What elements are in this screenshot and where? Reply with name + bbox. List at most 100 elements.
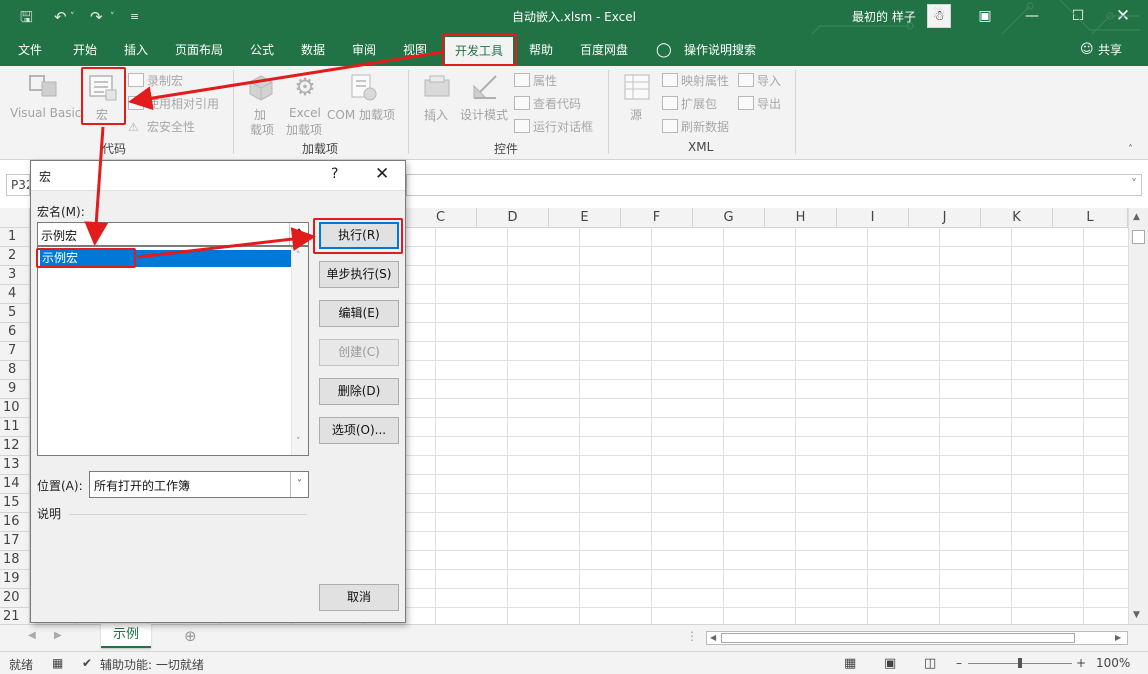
create-button[interactable]: 创建(C) bbox=[319, 339, 399, 366]
vertical-scroll-thumb[interactable] bbox=[1132, 230, 1145, 244]
com-addins-button[interactable]: COM 加载项 bbox=[327, 106, 395, 123]
ribbon-display-options-icon[interactable]: ▣ bbox=[970, 6, 1000, 26]
row-header[interactable]: 18 bbox=[0, 551, 30, 570]
row-header[interactable]: 6 bbox=[0, 323, 30, 342]
share-button[interactable]: 共享 bbox=[1098, 41, 1122, 59]
design-mode-button[interactable]: 设计模式 bbox=[460, 106, 508, 123]
vertical-scrollbar[interactable]: ▲ ▼ bbox=[1128, 208, 1148, 624]
excel-addins-label-line2[interactable]: 加载项 bbox=[286, 121, 322, 138]
row-header[interactable]: 16 bbox=[0, 513, 30, 532]
row-header[interactable]: 21 bbox=[0, 608, 30, 624]
sheet-split-handle-icon[interactable]: ⋮ bbox=[686, 629, 698, 643]
tab-review[interactable]: 审阅 bbox=[352, 41, 376, 59]
column-header[interactable]: C bbox=[405, 208, 477, 228]
row-header[interactable]: 1 bbox=[0, 228, 30, 247]
page-break-preview-icon[interactable]: ◫ bbox=[924, 656, 936, 671]
row-header[interactable]: 3 bbox=[0, 266, 30, 285]
macro-list[interactable]: 示例宏 ˄ ˅ bbox=[37, 246, 309, 456]
use-relative-references-button[interactable]: 使用相对引用 bbox=[128, 95, 219, 112]
horizontal-scrollbar[interactable]: ◀ ▶ bbox=[706, 631, 1128, 645]
zoom-slider-knob[interactable] bbox=[1018, 658, 1022, 668]
scroll-up-icon[interactable]: ▲ bbox=[1133, 212, 1140, 222]
step-into-button[interactable]: 单步执行(S) bbox=[319, 261, 399, 288]
column-header[interactable]: K bbox=[981, 208, 1053, 228]
delete-button[interactable]: 删除(D) bbox=[319, 378, 399, 405]
scroll-down-icon[interactable]: ▼ bbox=[1133, 610, 1140, 620]
column-header[interactable]: I bbox=[837, 208, 909, 228]
tab-page-layout[interactable]: 页面布局 bbox=[175, 41, 223, 59]
horizontal-scroll-thumb[interactable] bbox=[721, 633, 1075, 643]
com-addins-icon[interactable] bbox=[348, 72, 378, 102]
visual-basic-icon[interactable] bbox=[26, 72, 62, 102]
map-properties-button[interactable]: 映射属性 bbox=[662, 72, 729, 89]
expand-formula-bar-icon[interactable]: ˅ bbox=[1131, 177, 1137, 191]
macro-name-input[interactable]: 示例宏 bbox=[37, 222, 309, 246]
macro-security-button[interactable]: ⚠ 宏安全性 bbox=[128, 118, 195, 135]
column-header[interactable]: E bbox=[549, 208, 621, 228]
column-header[interactable]: L bbox=[1053, 208, 1128, 228]
tab-help[interactable]: 帮助 bbox=[529, 41, 553, 59]
formula-input[interactable]: ˅ bbox=[406, 174, 1142, 196]
edit-button[interactable]: 编辑(E) bbox=[319, 300, 399, 327]
column-header[interactable]: F bbox=[621, 208, 693, 228]
tell-me-search[interactable]: 操作说明搜索 bbox=[684, 41, 756, 59]
addins-label-line2[interactable]: 载项 bbox=[250, 121, 274, 138]
tab-baidu-netdisk[interactable]: 百度网盘 bbox=[580, 41, 628, 59]
row-header[interactable]: 13 bbox=[0, 456, 30, 475]
row-header[interactable]: 10 bbox=[0, 399, 30, 418]
sheet-tab-example[interactable]: 示例 bbox=[101, 624, 151, 648]
scroll-left-icon[interactable]: ◀ bbox=[710, 633, 716, 642]
column-header[interactable]: J bbox=[909, 208, 981, 228]
close-icon[interactable]: ✕ bbox=[375, 164, 389, 184]
row-header[interactable]: 7 bbox=[0, 342, 30, 361]
row-header[interactable]: 20 bbox=[0, 589, 30, 608]
user-name[interactable]: 最初的 样子 bbox=[852, 8, 916, 25]
record-macro-button[interactable]: 录制宏 bbox=[128, 72, 183, 89]
zoom-slider[interactable] bbox=[968, 658, 1072, 668]
xml-import-button[interactable]: 导入 bbox=[738, 72, 781, 89]
options-button[interactable]: 选项(O)... bbox=[319, 417, 399, 444]
accessibility-status[interactable]: 辅助功能: 一切就绪 bbox=[100, 656, 204, 673]
row-header[interactable]: 17 bbox=[0, 532, 30, 551]
row-header[interactable]: 12 bbox=[0, 437, 30, 456]
maximize-icon[interactable]: ☐ bbox=[1063, 6, 1093, 26]
prev-sheet-icon[interactable]: ◀ bbox=[28, 630, 36, 641]
column-header[interactable]: D bbox=[477, 208, 549, 228]
design-mode-icon[interactable] bbox=[470, 72, 500, 102]
next-sheet-icon[interactable]: ▶ bbox=[54, 630, 62, 641]
tab-formulas[interactable]: 公式 bbox=[250, 41, 274, 59]
run-dialog-button[interactable]: 运行对话框 bbox=[514, 118, 593, 135]
location-select[interactable]: 所有打开的工作簿 ˅ bbox=[89, 471, 309, 498]
tab-insert[interactable]: 插入 bbox=[124, 41, 148, 59]
column-header[interactable]: H bbox=[765, 208, 837, 228]
zoom-level[interactable]: 100% bbox=[1096, 656, 1130, 670]
dialog-title-bar[interactable]: 宏 ? ✕ bbox=[31, 161, 405, 191]
expansion-packs-button[interactable]: 扩展包 bbox=[662, 95, 717, 112]
visual-basic-button[interactable]: Visual Basic bbox=[10, 106, 81, 120]
help-icon[interactable]: ? bbox=[331, 166, 338, 182]
excel-addins-gear-icon[interactable]: ⚙ bbox=[290, 72, 320, 102]
column-header[interactable]: G bbox=[693, 208, 765, 228]
insert-controls-icon[interactable] bbox=[422, 72, 452, 102]
minimize-icon[interactable]: — bbox=[1017, 6, 1047, 26]
cancel-button[interactable]: 取消 bbox=[319, 584, 399, 611]
row-header[interactable]: 19 bbox=[0, 570, 30, 589]
row-header[interactable]: 5 bbox=[0, 304, 30, 323]
new-sheet-icon[interactable]: ⊕ bbox=[184, 627, 197, 645]
addins-icon[interactable] bbox=[246, 72, 276, 102]
select-all-corner[interactable] bbox=[0, 208, 30, 228]
xml-source-icon[interactable] bbox=[622, 72, 652, 102]
macro-record-status-icon[interactable]: ▦ bbox=[52, 656, 63, 670]
xml-export-button[interactable]: 导出 bbox=[738, 95, 781, 112]
normal-view-icon[interactable]: ▦ bbox=[844, 656, 856, 671]
list-scroll-down-icon[interactable]: ˅ bbox=[296, 437, 301, 447]
zoom-in-icon[interactable]: + bbox=[1076, 656, 1086, 670]
row-header[interactable]: 15 bbox=[0, 494, 30, 513]
row-header[interactable]: 11 bbox=[0, 418, 30, 437]
name-box[interactable]: P32 bbox=[6, 174, 30, 196]
xml-source-button[interactable]: 源 bbox=[630, 106, 642, 123]
properties-button[interactable]: 属性 bbox=[514, 72, 557, 89]
row-header[interactable]: 8 bbox=[0, 361, 30, 380]
row-header[interactable]: 4 bbox=[0, 285, 30, 304]
tab-data[interactable]: 数据 bbox=[301, 41, 325, 59]
